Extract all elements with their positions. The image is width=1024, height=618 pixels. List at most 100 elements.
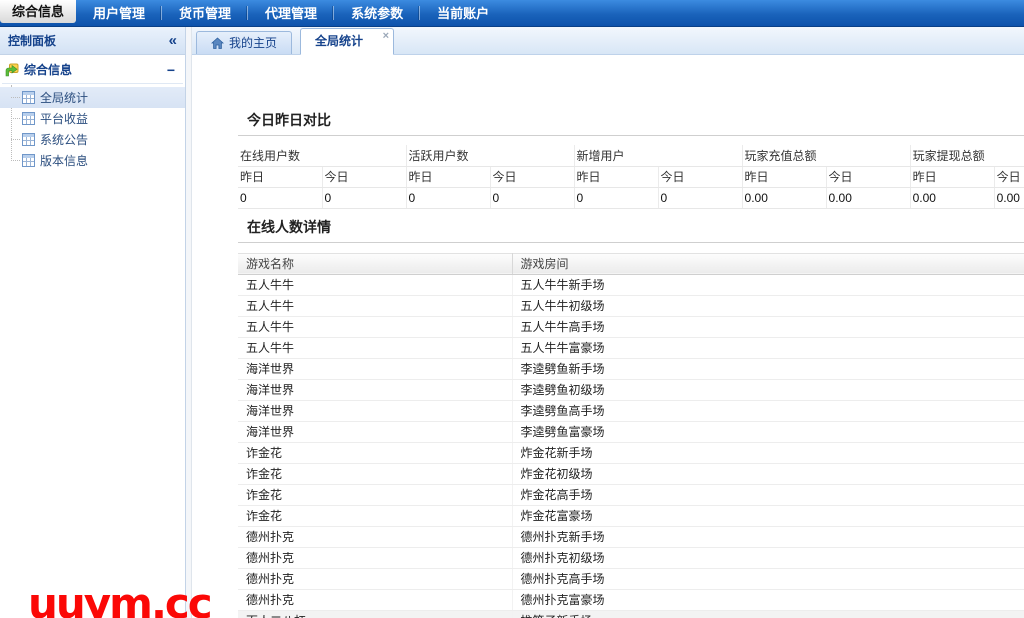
table-row[interactable]: 诈金花炸金花初级场 bbox=[238, 463, 1024, 484]
compare-value: 0 bbox=[406, 187, 490, 208]
cell-room: 李逵劈鱼新手场 bbox=[512, 358, 1024, 379]
compare-values-row: 0 0 0 0 0 0 0.00 0.00 0.00 0.00 bbox=[238, 187, 1024, 208]
nav-item-current-account[interactable]: 当前账户 bbox=[420, 0, 506, 26]
table-row[interactable]: 诈金花炸金花高手场 bbox=[238, 484, 1024, 505]
cell-game: 百人二八杠 bbox=[238, 610, 512, 618]
cell-game: 海洋世界 bbox=[238, 400, 512, 421]
online-detail-section: 在线人数详情 游戏名称 游戏房间 五人牛牛五人牛牛新手场 五人牛牛五人牛牛初级场… bbox=[238, 217, 1024, 618]
table-row[interactable]: 诈金花炸金花新手场 bbox=[238, 442, 1024, 463]
cell-game: 海洋世界 bbox=[238, 421, 512, 442]
compare-group-header: 新增用户 bbox=[574, 145, 742, 166]
subheader-yesterday: 昨日 bbox=[574, 166, 658, 187]
subheader-today: 今日 bbox=[994, 166, 1024, 187]
tab-global-stats[interactable]: 全局统计 × bbox=[300, 28, 394, 55]
sidebar-item-label: 全局统计 bbox=[40, 89, 88, 106]
table-row[interactable]: 海洋世界李逵劈鱼富豪场 bbox=[238, 421, 1024, 442]
sidebar-item-version-info[interactable]: 版本信息 bbox=[0, 150, 185, 171]
table-row[interactable]: 德州扑克德州扑克高手场 bbox=[238, 568, 1024, 589]
cell-room: 推筒子新手场 bbox=[512, 610, 1024, 618]
cell-game: 海洋世界 bbox=[238, 358, 512, 379]
tab-my-homepage[interactable]: 我的主页 bbox=[196, 31, 292, 54]
grid-icon bbox=[22, 91, 35, 104]
sidebar-item-system-notice[interactable]: 系统公告 bbox=[0, 129, 185, 150]
column-header-game-room[interactable]: 游戏房间 bbox=[512, 253, 1024, 274]
sidebar-item-label: 版本信息 bbox=[40, 152, 88, 169]
cell-room: 德州扑克富豪场 bbox=[512, 589, 1024, 610]
watermark-text: uuym.cc bbox=[28, 579, 211, 618]
sidebar-collapse-icon[interactable]: « bbox=[169, 33, 177, 48]
sidebar-tree: 全局统计 平台收益 系统公告 版本信息 bbox=[0, 87, 185, 171]
compare-value: 0.00 bbox=[910, 187, 994, 208]
tab-label: 我的主页 bbox=[229, 33, 277, 54]
table-row[interactable]: 五人牛牛五人牛牛富豪场 bbox=[238, 337, 1024, 358]
table-row[interactable]: 百人二八杠推筒子新手场 bbox=[238, 610, 1024, 618]
subheader-today: 今日 bbox=[490, 166, 574, 187]
cell-game: 德州扑克 bbox=[238, 547, 512, 568]
cell-game: 五人牛牛 bbox=[238, 337, 512, 358]
sidebar-item-platform-revenue[interactable]: 平台收益 bbox=[0, 108, 185, 129]
online-detail-table: 游戏名称 游戏房间 五人牛牛五人牛牛新手场 五人牛牛五人牛牛初级场 五人牛牛五人… bbox=[238, 253, 1024, 618]
main-panel: 我的主页 全局统计 × 今日昨日对比 在线用户数 活跃用户数 新增用户 玩家充值… bbox=[192, 27, 1024, 618]
table-row[interactable]: 海洋世界李逵劈鱼初级场 bbox=[238, 379, 1024, 400]
compare-value: 0.00 bbox=[994, 187, 1024, 208]
compare-value: 0.00 bbox=[742, 187, 826, 208]
sidebar-group-divider bbox=[2, 83, 183, 84]
cell-game: 五人牛牛 bbox=[238, 295, 512, 316]
compare-group-header: 玩家提现总额 bbox=[910, 145, 1024, 166]
section-rule bbox=[238, 242, 1024, 243]
section-rule bbox=[238, 135, 1024, 136]
compare-group-header: 在线用户数 bbox=[238, 145, 406, 166]
table-row[interactable]: 五人牛牛五人牛牛新手场 bbox=[238, 274, 1024, 295]
cell-room: 五人牛牛富豪场 bbox=[512, 337, 1024, 358]
table-row[interactable]: 诈金花炸金花富豪场 bbox=[238, 505, 1024, 526]
sidebar-item-global-stats[interactable]: 全局统计 bbox=[0, 87, 185, 108]
top-navbar: 综合信息 用户管理 货币管理 代理管理 系统参数 当前账户 bbox=[0, 0, 1024, 27]
compare-subheader-row: 昨日 今日 昨日 今日 昨日 今日 昨日 今日 昨日 今日 bbox=[238, 166, 1024, 187]
nav-item-agent-management[interactable]: 代理管理 bbox=[248, 0, 334, 26]
cell-game: 德州扑克 bbox=[238, 568, 512, 589]
nav-item-user-management[interactable]: 用户管理 bbox=[76, 0, 162, 26]
table-row[interactable]: 五人牛牛五人牛牛高手场 bbox=[238, 316, 1024, 337]
section-title-online-detail: 在线人数详情 bbox=[247, 217, 1024, 237]
sidebar-item-label: 平台收益 bbox=[40, 110, 88, 127]
nav-item-system-params[interactable]: 系统参数 bbox=[334, 0, 420, 26]
nav-item-general-info[interactable]: 综合信息 bbox=[0, 0, 76, 23]
compare-value: 0 bbox=[490, 187, 574, 208]
column-header-game-name[interactable]: 游戏名称 bbox=[238, 253, 512, 274]
table-row[interactable]: 德州扑克德州扑克初级场 bbox=[238, 547, 1024, 568]
cell-room: 德州扑克新手场 bbox=[512, 526, 1024, 547]
cell-game: 诈金花 bbox=[238, 505, 512, 526]
tab-bar: 我的主页 全局统计 × bbox=[192, 27, 1024, 55]
sidebar-control-panel: 控制面板 « 综合信息 − 全局统计 bbox=[0, 27, 186, 618]
tab-close-icon[interactable]: × bbox=[383, 31, 389, 41]
table-row[interactable]: 德州扑克德州扑克新手场 bbox=[238, 526, 1024, 547]
subheader-yesterday: 昨日 bbox=[238, 166, 322, 187]
cell-room: 炸金花高手场 bbox=[512, 484, 1024, 505]
cell-game: 诈金花 bbox=[238, 463, 512, 484]
table-row[interactable]: 五人牛牛五人牛牛初级场 bbox=[238, 295, 1024, 316]
group-collapse-icon[interactable]: − bbox=[167, 63, 175, 77]
subheader-yesterday: 昨日 bbox=[910, 166, 994, 187]
subheader-today: 今日 bbox=[658, 166, 742, 187]
subheader-today: 今日 bbox=[322, 166, 406, 187]
cell-room: 五人牛牛高手场 bbox=[512, 316, 1024, 337]
app-frame: 控制面板 « 综合信息 − 全局统计 bbox=[0, 27, 1024, 618]
table-row[interactable]: 德州扑克德州扑克富豪场 bbox=[238, 589, 1024, 610]
cell-game: 海洋世界 bbox=[238, 379, 512, 400]
compare-value: 0.00 bbox=[826, 187, 910, 208]
sidebar-group-label: 综合信息 bbox=[24, 61, 167, 78]
cell-room: 德州扑克初级场 bbox=[512, 547, 1024, 568]
nav-item-currency-management[interactable]: 货币管理 bbox=[162, 0, 248, 26]
subheader-today: 今日 bbox=[826, 166, 910, 187]
grid-icon bbox=[22, 133, 35, 146]
table-row[interactable]: 海洋世界李逵劈鱼新手场 bbox=[238, 358, 1024, 379]
compare-group-header-row: 在线用户数 活跃用户数 新增用户 玩家充值总额 玩家提现总额 bbox=[238, 145, 1024, 166]
sidebar-group-general-info[interactable]: 综合信息 − bbox=[0, 55, 185, 83]
compare-table: 在线用户数 活跃用户数 新增用户 玩家充值总额 玩家提现总额 昨日 今日 昨日 … bbox=[238, 145, 1024, 209]
grid-icon bbox=[22, 154, 35, 167]
sidebar-header: 控制面板 « bbox=[0, 27, 185, 55]
content-area: 今日昨日对比 在线用户数 活跃用户数 新增用户 玩家充值总额 玩家提现总额 昨日… bbox=[192, 55, 1024, 618]
cell-game: 诈金花 bbox=[238, 442, 512, 463]
cell-room: 五人牛牛初级场 bbox=[512, 295, 1024, 316]
table-row[interactable]: 海洋世界李逵劈鱼高手场 bbox=[238, 400, 1024, 421]
